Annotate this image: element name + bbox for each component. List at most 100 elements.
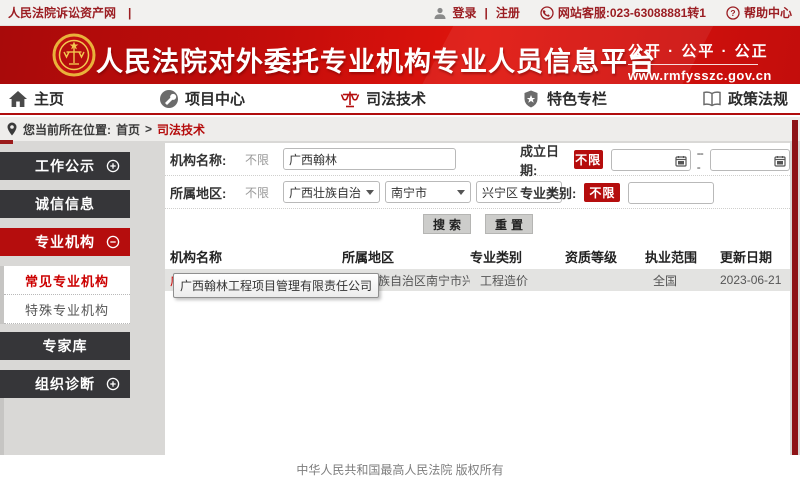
right-edge-strip — [792, 120, 798, 455]
breadcrumb: 您当前所在位置: 首页 > 司法技术 — [0, 117, 800, 141]
sidebar-item-label: 专业机构 — [35, 232, 95, 252]
filter-row-1: 机构名称: 不限 成立日期: 不限 --- — [165, 143, 790, 176]
filter-actions: 搜索 重置 — [165, 209, 790, 239]
city-select[interactable]: 南宁市 — [385, 181, 471, 203]
service-phone[interactable]: 网站客服:023-63088881转1 — [540, 4, 706, 21]
date-range-separator: --- — [697, 146, 704, 174]
sidebar-item-label: 组织诊断 — [35, 374, 95, 394]
search-button[interactable]: 搜索 — [423, 214, 471, 234]
sidebar-item-label: 工作公示 — [35, 156, 95, 176]
chevron-down-icon — [457, 190, 465, 195]
province-select[interactable]: 广西壮族自治 — [283, 181, 380, 203]
nav-item-label: 项目中心 — [185, 88, 245, 109]
nav-item-home[interactable]: 主页 — [8, 88, 64, 109]
badge-icon — [521, 89, 541, 109]
category-unlimited-button[interactable]: 不限 — [584, 183, 620, 202]
sidebar-item-org-diagnosis[interactable]: 组织诊断 — [0, 370, 130, 398]
sidebar-item-label: 诚信信息 — [35, 194, 95, 214]
col-updated: 更新日期 — [720, 247, 795, 266]
founded-from-wrap — [611, 149, 691, 171]
founded-unlimited-button[interactable]: 不限 — [574, 150, 603, 169]
svg-text:?: ? — [730, 8, 735, 18]
nav-item-judicial-tech[interactable]: 司法技术 — [340, 88, 426, 109]
category-label: 专业类别: — [520, 183, 576, 202]
copyright-text: 中华人民共和国最高人民法院 版权所有 — [296, 461, 503, 478]
topbar-divider: | — [128, 6, 131, 20]
row-updated: 2023-06-21 — [720, 273, 795, 287]
founded-to-wrap — [710, 149, 790, 171]
sidebar: 工作公示 诚信信息 专业机构 常见专业机构 特殊专业机构 专家库 组织诊 — [0, 152, 130, 408]
register-link[interactable]: 注册 — [496, 4, 520, 21]
footer: 中华人民共和国最高人民法院 版权所有 — [0, 455, 800, 484]
nav-item-project-center[interactable]: 项目中心 — [159, 88, 245, 109]
help-icon: ? — [726, 6, 740, 20]
region-label: 所属地区: — [170, 183, 245, 202]
login-link[interactable]: 登录 — [453, 4, 477, 21]
collapse-icon[interactable] — [106, 235, 120, 249]
sidebar-submenu: 常见专业机构 特殊专业机构 — [0, 266, 130, 324]
category-input[interactable] — [628, 182, 714, 204]
sidebar-item-work-publicity[interactable]: 工作公示 — [0, 152, 130, 180]
service-phone-label: 网站客服:023-63088881转1 — [558, 4, 706, 21]
breadcrumb-separator: > — [145, 122, 152, 136]
col-scope: 执业范围 — [645, 247, 720, 266]
district-select-value: 兴宁区 — [482, 184, 518, 201]
help-center-label: 帮助中心 — [744, 4, 792, 21]
topbar: 人民法院诉讼资产网 | 登录 | 注册 网站客服:023-63088881转1 … — [0, 0, 800, 26]
org-name-input[interactable] — [283, 148, 456, 170]
location-pin-icon — [6, 122, 18, 136]
region-unlimited[interactable]: 不限 — [245, 184, 283, 201]
col-region: 所属地区 — [342, 247, 470, 266]
nav-item-label: 政策法规 — [728, 88, 788, 109]
breadcrumb-current: 司法技术 — [157, 121, 205, 138]
sidebar-item-professional-orgs[interactable]: 专业机构 — [0, 228, 130, 256]
col-org-name: 机构名称 — [170, 247, 342, 266]
calendar-icon[interactable] — [675, 154, 687, 166]
submenu-item-special-orgs[interactable]: 特殊专业机构 — [4, 295, 130, 324]
sidebar-item-integrity-info[interactable]: 诚信信息 — [0, 190, 130, 218]
org-name-label: 机构名称: — [170, 150, 245, 169]
submenu-item-common-orgs[interactable]: 常见专业机构 — [4, 266, 130, 295]
main-nav: 主页 项目中心 司法技术 特色专栏 — [0, 84, 800, 115]
nav-item-special-column[interactable]: 特色专栏 — [521, 88, 607, 109]
province-select-value: 广西壮族自治 — [289, 184, 361, 201]
table-header: 机构名称 所属地区 专业类别 资质等级 执业范围 更新日期 — [165, 243, 790, 269]
breadcrumb-home[interactable]: 首页 — [116, 121, 140, 138]
project-center-icon — [159, 89, 179, 109]
sidebar-item-expert-pool[interactable]: 专家库 — [0, 332, 130, 360]
row-scope: 全国 — [645, 272, 720, 289]
page-title: 人民法院对外委托专业机构专业人员信息平台 — [96, 40, 656, 79]
site-name-link[interactable]: 人民法院诉讼资产网 — [8, 4, 116, 21]
book-icon — [702, 89, 722, 109]
scales-icon — [340, 89, 360, 109]
submenu-item-label: 常见专业机构 — [25, 271, 109, 290]
breadcrumb-prefix: 您当前所在位置: — [23, 121, 111, 138]
nav-item-label: 主页 — [34, 88, 64, 109]
chevron-down-icon — [366, 190, 374, 195]
site-banner: 人民法院对外委托专业机构专业人员信息平台 公开 · 公平 · 公正 www.rm… — [0, 26, 800, 84]
city-select-value: 南宁市 — [391, 184, 427, 201]
phone-icon — [540, 6, 554, 20]
topbar-left: 人民法院诉讼资产网 | — [8, 4, 133, 21]
col-grade: 资质等级 — [565, 247, 645, 266]
left-edge-notch — [0, 140, 13, 144]
user-icon — [433, 6, 447, 20]
expand-icon[interactable] — [106, 377, 120, 391]
expand-icon[interactable] — [106, 159, 120, 173]
court-emblem-logo — [52, 33, 96, 77]
topbar-right: 登录 | 注册 网站客服:023-63088881转1 ? 帮助中心 — [433, 4, 793, 21]
submenu-item-label: 特殊专业机构 — [25, 300, 109, 319]
calendar-icon[interactable] — [774, 154, 786, 166]
sidebar-item-label: 专家库 — [43, 336, 88, 356]
col-category: 专业类别 — [470, 247, 565, 266]
home-icon — [8, 89, 28, 109]
org-name-unlimited[interactable]: 不限 — [245, 151, 283, 168]
row-category: 工程造价 — [470, 272, 565, 289]
help-center[interactable]: ? 帮助中心 — [726, 4, 792, 21]
nav-item-policy[interactable]: 政策法规 — [702, 88, 788, 109]
login-register-sep: | — [485, 6, 488, 20]
org-name-tooltip: 广西翰林工程项目管理有限责任公司 — [173, 273, 379, 298]
reset-button[interactable]: 重置 — [485, 214, 533, 234]
main-panel: 机构名称: 不限 成立日期: 不限 --- — [165, 143, 790, 455]
page: 人民法院诉讼资产网 | 登录 | 注册 网站客服:023-63088881转1 … — [0, 0, 800, 484]
